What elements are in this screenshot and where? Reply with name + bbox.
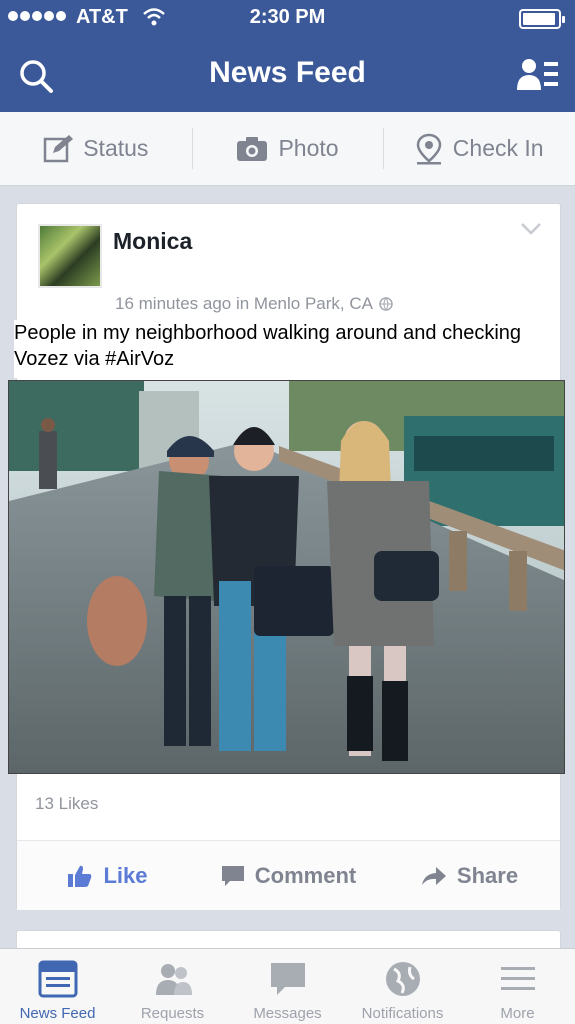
post-text: People in my neighborhood walking around…	[14, 320, 559, 378]
post-actions: Like Comment Share	[17, 840, 560, 910]
tab-more[interactable]: More	[460, 949, 575, 1024]
checkin-button[interactable]: Check In	[383, 112, 575, 185]
globe-privacy-icon	[379, 297, 393, 311]
avatar[interactable]	[38, 224, 102, 288]
globe-icon	[385, 962, 420, 996]
checkin-label: Check In	[452, 135, 544, 161]
share-arrow-icon	[421, 866, 446, 885]
tab-requests[interactable]: Requests	[115, 949, 230, 1024]
post-timestamp-location: 16 minutes ago in Menlo Park, CA	[115, 294, 373, 313]
tab-label: Notifications	[361, 1005, 444, 1022]
news-feed-icon	[38, 960, 77, 998]
camera-icon	[237, 136, 268, 161]
menu-icon	[500, 967, 535, 990]
post-meta: 16 minutes ago in Menlo Park, CA	[115, 294, 393, 314]
chevron-down-icon[interactable]	[520, 222, 542, 236]
tab-label: More	[500, 1005, 535, 1022]
tab-label: Requests	[140, 1005, 205, 1022]
friends-list-icon[interactable]	[517, 56, 559, 94]
tab-label: News Feed	[19, 1005, 96, 1022]
comment-label: Comment	[254, 862, 357, 888]
share-label: Share	[456, 862, 519, 888]
status-time: 2:30 PM	[249, 6, 326, 28]
tab-label: Messages	[253, 1005, 322, 1022]
thumbs-up-icon	[68, 865, 92, 887]
tab-messages[interactable]: Messages	[230, 949, 345, 1024]
status-button[interactable]: Status	[0, 112, 192, 185]
street-photo-image	[9, 381, 564, 773]
status-bar: AT&T 2:30 PM	[0, 0, 575, 38]
tab-bar: News Feed Requests Messages Notification…	[0, 948, 575, 1024]
page-title: News Feed	[209, 56, 366, 89]
composer-bar: Status Photo Check In	[0, 112, 575, 186]
location-pin-icon	[416, 133, 442, 164]
post-photo[interactable]	[8, 380, 565, 774]
status-label: Status	[83, 135, 149, 161]
edit-icon	[43, 134, 74, 162]
top-bar: AT&T 2:30 PM News Feed	[0, 0, 575, 112]
share-button[interactable]: Share	[379, 841, 560, 910]
likes-count[interactable]: 13 Likes	[35, 794, 98, 814]
tab-news-feed[interactable]: News Feed	[0, 949, 115, 1024]
like-button[interactable]: Like	[17, 841, 198, 910]
messages-icon	[270, 963, 305, 995]
post-author[interactable]: Monica	[113, 228, 192, 255]
comment-icon	[221, 865, 244, 886]
friend-requests-icon	[155, 964, 192, 995]
photo-button[interactable]: Photo	[191, 112, 384, 185]
like-label: Like	[103, 862, 148, 888]
photo-label: Photo	[278, 135, 339, 161]
comment-button[interactable]: Comment	[198, 841, 379, 910]
tab-notifications[interactable]: Notifications	[345, 949, 460, 1024]
battery-icon	[519, 9, 565, 29]
